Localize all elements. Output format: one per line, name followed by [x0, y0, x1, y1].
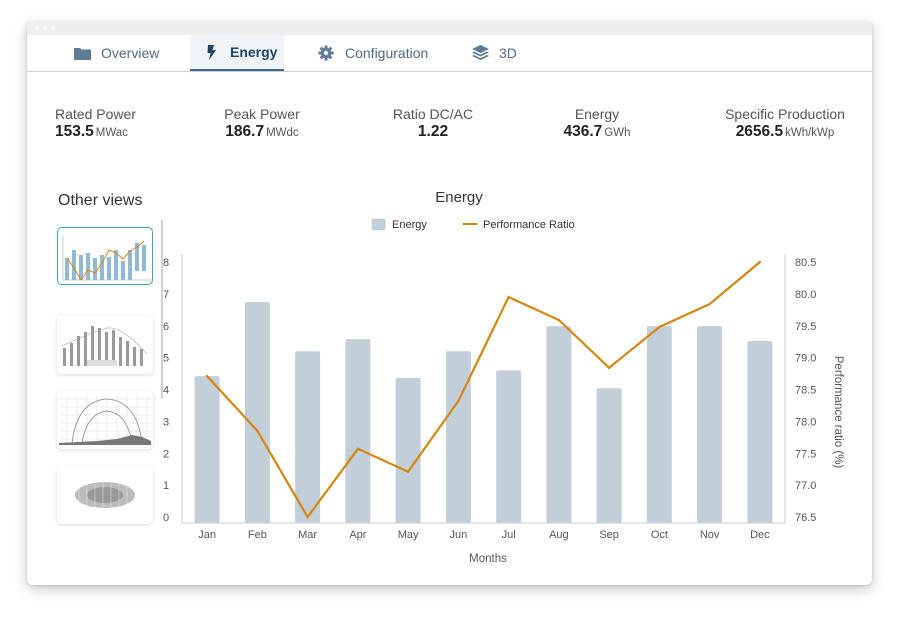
legend-performance-label[interactable]: Performance Ratio [483, 219, 575, 231]
y2-tick-label: 77.5 [795, 448, 816, 460]
x-tick-label: Dec [750, 529, 770, 541]
x-axis-title: Months [469, 553, 507, 565]
energy-bar[interactable] [496, 370, 522, 523]
energy-bar[interactable] [244, 302, 270, 523]
performance-ratio-point[interactable] [406, 470, 410, 473]
x-tick-label: Jan [198, 529, 216, 541]
performance-ratio-point[interactable] [607, 366, 611, 370]
energy-bar[interactable] [445, 351, 471, 523]
performance-ratio-point[interactable] [708, 302, 711, 306]
x-tick-label: Sep [599, 529, 619, 541]
y-tick-label: 3 [163, 416, 169, 428]
x-tick-label: Aug [549, 529, 569, 541]
energy-bar[interactable] [697, 326, 723, 523]
y-tick-label: 8 [163, 257, 169, 269]
performance-ratio-point[interactable] [306, 515, 309, 519]
energy-bar[interactable] [646, 326, 672, 523]
x-tick-label: Mar [298, 529, 317, 541]
performance-ratio-line[interactable] [206, 261, 761, 519]
energy-bar[interactable] [596, 388, 622, 523]
energy-bar[interactable] [395, 378, 421, 523]
energy-bar[interactable] [747, 341, 773, 523]
y-tick-label: 4 [163, 385, 169, 397]
energy-bar[interactable] [295, 351, 321, 523]
x-tick-label: Jun [450, 529, 468, 541]
performance-ratio-point[interactable] [557, 318, 561, 322]
x-tick-label: Apr [349, 529, 366, 541]
y-tick-label: 5 [163, 353, 169, 365]
performance-ratio-point[interactable] [256, 429, 259, 433]
y2-tick-label: 77.0 [795, 480, 816, 492]
y-tick-label: 0 [163, 512, 169, 524]
y2-tick-label: 79.0 [795, 353, 816, 365]
x-tick-label: Jul [502, 529, 516, 541]
y2-tick-label: 79.5 [795, 321, 816, 333]
y2-tick-label: 80.5 [795, 257, 816, 269]
app-window: Overview Energy Configuration 3D Rated P… [27, 22, 872, 585]
performance-ratio-point[interactable] [457, 399, 460, 403]
x-tick-label: Feb [248, 529, 267, 541]
y2-axis-title: Performance ratio (%) [832, 356, 844, 469]
x-tick-label: Nov [700, 529, 720, 541]
legend-energy-swatch[interactable] [371, 218, 386, 231]
y-tick-label: 2 [163, 448, 169, 460]
energy-bar[interactable] [194, 376, 220, 523]
performance-ratio-point[interactable] [758, 260, 762, 264]
x-tick-label: May [398, 529, 419, 541]
performance-ratio-point[interactable] [507, 295, 510, 299]
energy-chart: Energy Performance Ratio 0 1 2 3 4 5 6 7 8 76.5 77… [163, 218, 844, 565]
y2-tick-label: 76.5 [795, 512, 816, 524]
y2-tick-label: 80.0 [795, 289, 816, 301]
y-tick-label: 6 [163, 321, 169, 333]
energy-bar[interactable] [345, 339, 371, 523]
y-tick-label: 1 [163, 480, 169, 492]
chart-legend: Energy Performance Ratio [371, 218, 575, 231]
x-tick-label: Oct [651, 529, 668, 541]
y2-tick-label: 78.5 [795, 385, 816, 397]
y-tick-label: 7 [163, 289, 169, 301]
performance-ratio-point[interactable] [356, 447, 360, 450]
energy-bar[interactable] [546, 326, 572, 523]
performance-ratio-point[interactable] [658, 325, 661, 329]
y2-tick-label: 78.0 [795, 416, 816, 428]
legend-energy-label[interactable]: Energy [392, 219, 427, 231]
performance-ratio-point[interactable] [205, 374, 209, 378]
